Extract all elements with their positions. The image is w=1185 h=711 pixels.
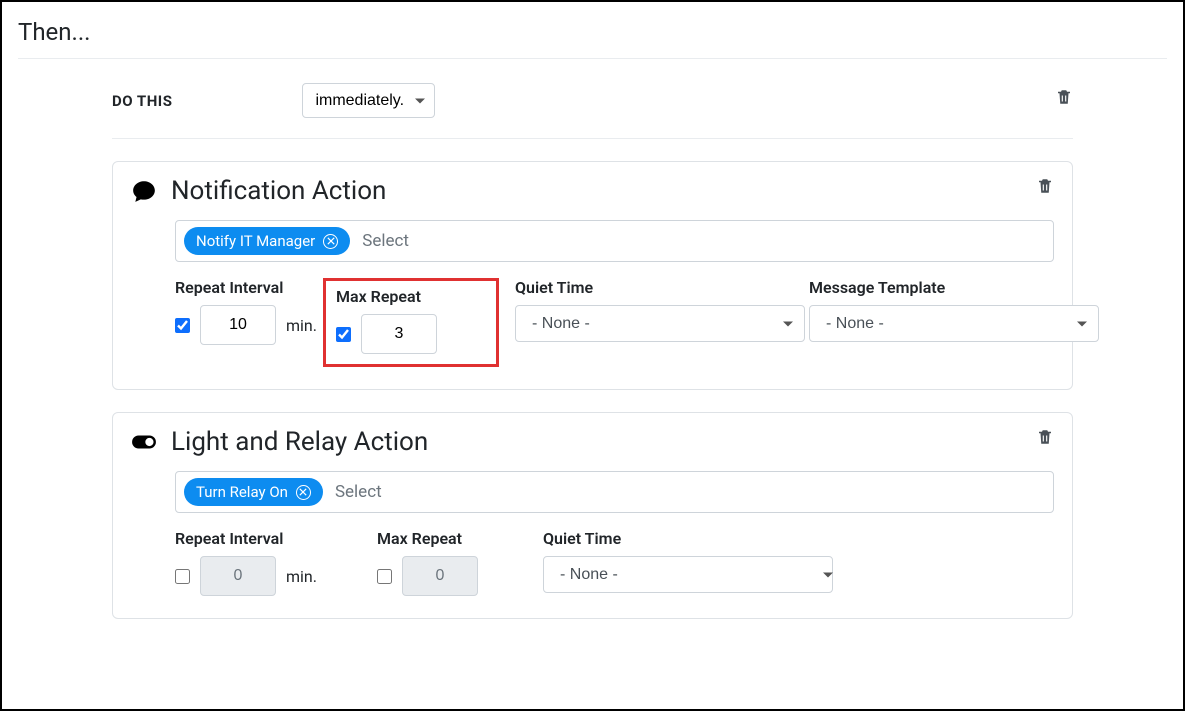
delete-do-this-icon[interactable] <box>1055 87 1073 111</box>
relay-chip: Turn Relay On <box>184 478 323 506</box>
quiet-time-select[interactable]: - None - <box>543 556 833 593</box>
repeat-interval-checkbox[interactable] <box>175 318 190 333</box>
light-relay-action-card: Light and Relay Action Turn Relay On Sel… <box>112 412 1073 619</box>
max-repeat-highlight: Max Repeat <box>323 278 499 367</box>
quiet-time-select[interactable]: - None - <box>515 305 805 342</box>
quiet-time-group: Quiet Time - None - <box>515 278 805 342</box>
message-template-group: Message Template - None - <box>809 278 1099 342</box>
timing-select[interactable]: immediately. <box>302 83 435 118</box>
chip-remove-icon[interactable] <box>323 234 338 249</box>
chip-placeholder: Select <box>362 231 409 251</box>
repeat-interval-group: Repeat Interval min. <box>175 529 357 596</box>
do-this-row: DO THIS immediately. <box>112 59 1073 139</box>
card-title: Light and Relay Action <box>171 427 428 457</box>
repeat-unit: min. <box>286 316 317 335</box>
max-repeat-checkbox[interactable] <box>336 327 351 342</box>
quiet-time-label: Quiet Time <box>515 278 805 297</box>
max-repeat-input[interactable] <box>361 314 437 354</box>
chip-placeholder: Select <box>335 482 382 502</box>
notification-chip: Notify IT Manager <box>184 227 350 255</box>
repeat-unit: min. <box>286 567 317 586</box>
repeat-interval-input[interactable] <box>200 305 276 345</box>
chip-label: Notify IT Manager <box>196 232 315 250</box>
notification-select-input[interactable]: Notify IT Manager Select <box>175 220 1054 262</box>
repeat-interval-group: Repeat Interval min. <box>175 278 317 345</box>
notification-action-card: Notification Action Notify IT Manager Se… <box>112 161 1073 390</box>
do-this-label: DO THIS <box>112 92 172 110</box>
delete-action-icon[interactable] <box>1036 427 1054 451</box>
delete-action-icon[interactable] <box>1036 176 1054 200</box>
chip-remove-icon[interactable] <box>296 485 311 500</box>
repeat-interval-label: Repeat Interval <box>175 529 357 548</box>
max-repeat-label: Max Repeat <box>377 529 527 548</box>
relay-select-input[interactable]: Turn Relay On Select <box>175 471 1054 513</box>
message-template-label: Message Template <box>809 278 1099 297</box>
message-template-select[interactable]: - None - <box>809 305 1099 342</box>
speech-bubble-icon <box>131 178 157 204</box>
chip-label: Turn Relay On <box>196 483 288 501</box>
max-repeat-checkbox[interactable] <box>377 569 392 584</box>
repeat-interval-input[interactable] <box>200 556 276 596</box>
repeat-interval-checkbox[interactable] <box>175 569 190 584</box>
max-repeat-label: Max Repeat <box>336 287 486 306</box>
repeat-interval-label: Repeat Interval <box>175 278 317 297</box>
toggle-icon <box>131 429 157 455</box>
card-title: Notification Action <box>171 176 386 206</box>
max-repeat-group: Max Repeat <box>377 529 527 596</box>
max-repeat-input[interactable] <box>402 556 478 596</box>
then-header: Then... <box>18 12 1167 59</box>
quiet-time-group: Quiet Time - None - <box>543 529 845 593</box>
quiet-time-label: Quiet Time <box>543 529 845 548</box>
max-repeat-group: Max Repeat <box>336 287 486 354</box>
